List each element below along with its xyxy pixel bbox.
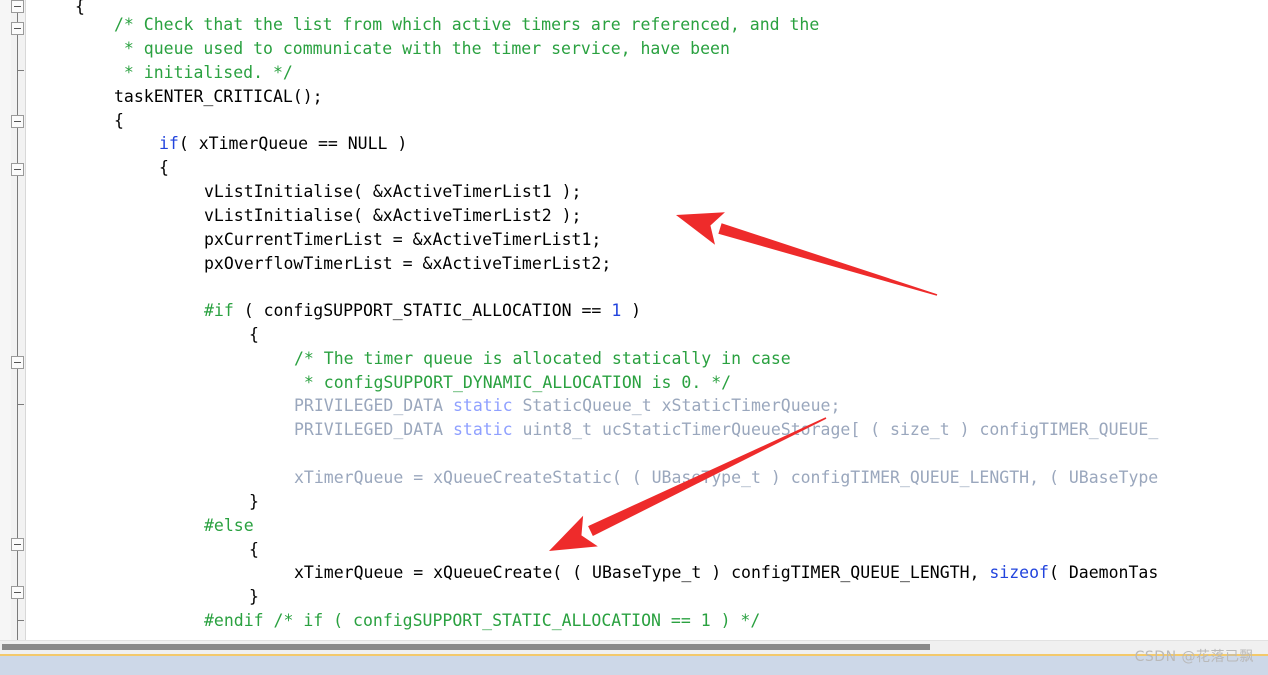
fold-end-tick-icon	[17, 404, 24, 405]
code-token: pxOverflowTimerList = &xActiveTimerList2…	[204, 254, 612, 273]
code-line[interactable]: vListInitialise( &xActiveTimerList2 );	[204, 204, 582, 228]
code-line[interactable]: * queue used to communicate with the tim…	[114, 37, 730, 61]
code-token: static	[452, 396, 513, 415]
fold-end-tick-icon	[17, 620, 24, 621]
code-folding-gutter[interactable]	[11, 0, 26, 640]
fold-collapse-box-icon[interactable]	[11, 163, 24, 176]
code-token: taskENTER_CRITICAL();	[114, 87, 323, 106]
fold-end-tick-icon	[17, 70, 24, 71]
horizontal-scrollbar-thumb[interactable]	[2, 644, 930, 650]
code-line[interactable]: vListInitialise( &xActiveTimerList1 );	[204, 180, 582, 204]
fold-collapse-box-icon[interactable]	[11, 356, 24, 369]
code-line[interactable]: pxOverflowTimerList = &xActiveTimerList2…	[204, 252, 611, 276]
code-line[interactable]: taskENTER_CRITICAL();	[114, 85, 323, 109]
code-line[interactable]: xTimerQueue = xQueueCreateStatic( ( UBas…	[294, 466, 1158, 490]
code-token: uint8_t ucStaticTimerQueueStorage[ ( siz…	[512, 420, 1159, 439]
code-token: ( configSUPPORT_STATIC_ALLOCATION ==	[233, 301, 612, 320]
code-token: PRIVILEGED_DATA	[294, 396, 453, 415]
code-line[interactable]: {	[249, 323, 259, 347]
code-token: #endif	[204, 611, 264, 630]
fold-collapse-box-icon[interactable]	[11, 586, 24, 599]
code-token: #if	[204, 301, 234, 320]
code-line[interactable]: * configSUPPORT_DYNAMIC_ALLOCATION is 0.…	[294, 371, 731, 395]
code-line[interactable]: * initialised. */	[114, 61, 293, 85]
fold-collapse-box-icon[interactable]	[11, 115, 24, 128]
code-token: {	[249, 540, 259, 559]
code-line[interactable]: {	[159, 156, 169, 180]
code-line[interactable]: #endif /* if ( configSUPPORT_STATIC_ALLO…	[204, 609, 760, 633]
code-token: {	[75, 0, 85, 16]
code-token: vListInitialise( &xActiveTimerList2 );	[204, 206, 582, 225]
code-token: /* The timer queue is allocated statical…	[294, 349, 791, 368]
code-token: * initialised. */	[114, 63, 293, 82]
code-token: {	[114, 111, 124, 130]
code-line[interactable]: }	[249, 490, 259, 514]
code-token: /* if ( configSUPPORT_STATIC_ALLOCATION …	[263, 611, 761, 630]
code-token: )	[621, 301, 642, 320]
status-bar	[0, 656, 1268, 675]
code-token: if	[159, 134, 179, 153]
code-line[interactable]: #else	[204, 514, 254, 538]
fold-collapse-box-icon[interactable]	[11, 0, 24, 13]
code-line[interactable]: if( xTimerQueue == NULL )	[159, 132, 407, 156]
code-token: xTimerQueue = xQueueCreate( ( UBaseType_…	[294, 563, 990, 582]
code-token: {	[249, 325, 259, 344]
code-text-area[interactable]: { /* Check that the list from which activ…	[26, 0, 1268, 640]
code-line[interactable]: xTimerQueue = xQueueCreate( ( UBaseType_…	[294, 561, 1158, 585]
code-line[interactable]: PRIVILEGED_DATA static uint8_t ucStaticT…	[294, 418, 1158, 442]
code-token: static	[452, 420, 513, 439]
code-token: sizeof	[989, 563, 1049, 582]
code-token: ( xTimerQueue == NULL )	[178, 134, 408, 153]
code-token: StaticQueue_t xStaticTimerQueue;	[512, 396, 841, 415]
code-line[interactable]: /* Check that the list from which active…	[114, 13, 819, 37]
code-token: 1	[611, 301, 622, 320]
code-token: ( DaemonTas	[1048, 563, 1159, 582]
code-token: #else	[204, 516, 254, 535]
code-line[interactable]: {	[114, 109, 124, 133]
code-editor-window: { /* Check that the list from which activ…	[0, 0, 1268, 675]
fold-collapse-box-icon[interactable]	[11, 538, 24, 551]
code-token: {	[159, 158, 169, 177]
code-token: }	[249, 587, 259, 606]
editor-surface[interactable]: { /* Check that the list from which activ…	[0, 0, 1268, 640]
code-token: /* Check that the list from which active…	[114, 15, 820, 34]
code-token: xTimerQueue = xQueueCreateStatic( ( UBas…	[294, 468, 1159, 487]
code-line[interactable]: }	[249, 585, 259, 609]
code-token: * queue used to communicate with the tim…	[114, 39, 730, 58]
fold-collapse-box-icon[interactable]	[11, 22, 24, 35]
watermark-label: CSDN @花落已飘	[1134, 649, 1254, 665]
code-line[interactable]: PRIVILEGED_DATA static StaticQueue_t xSt…	[294, 394, 840, 418]
code-token: PRIVILEGED_DATA	[294, 420, 453, 439]
code-token: }	[249, 492, 259, 511]
code-line[interactable]: {	[75, 0, 85, 19]
code-line[interactable]: pxCurrentTimerList = &xActiveTimerList1;	[204, 228, 601, 252]
code-line[interactable]: {	[249, 538, 259, 562]
code-line[interactable]: #if ( configSUPPORT_STATIC_ALLOCATION ==…	[204, 299, 641, 323]
line-number-gutter	[0, 0, 11, 640]
code-line[interactable]: /* The timer queue is allocated statical…	[294, 347, 791, 371]
code-token: pxCurrentTimerList = &xActiveTimerList1;	[204, 230, 602, 249]
code-token: * configSUPPORT_DYNAMIC_ALLOCATION is 0.…	[294, 373, 732, 392]
code-token: vListInitialise( &xActiveTimerList1 );	[204, 182, 582, 201]
